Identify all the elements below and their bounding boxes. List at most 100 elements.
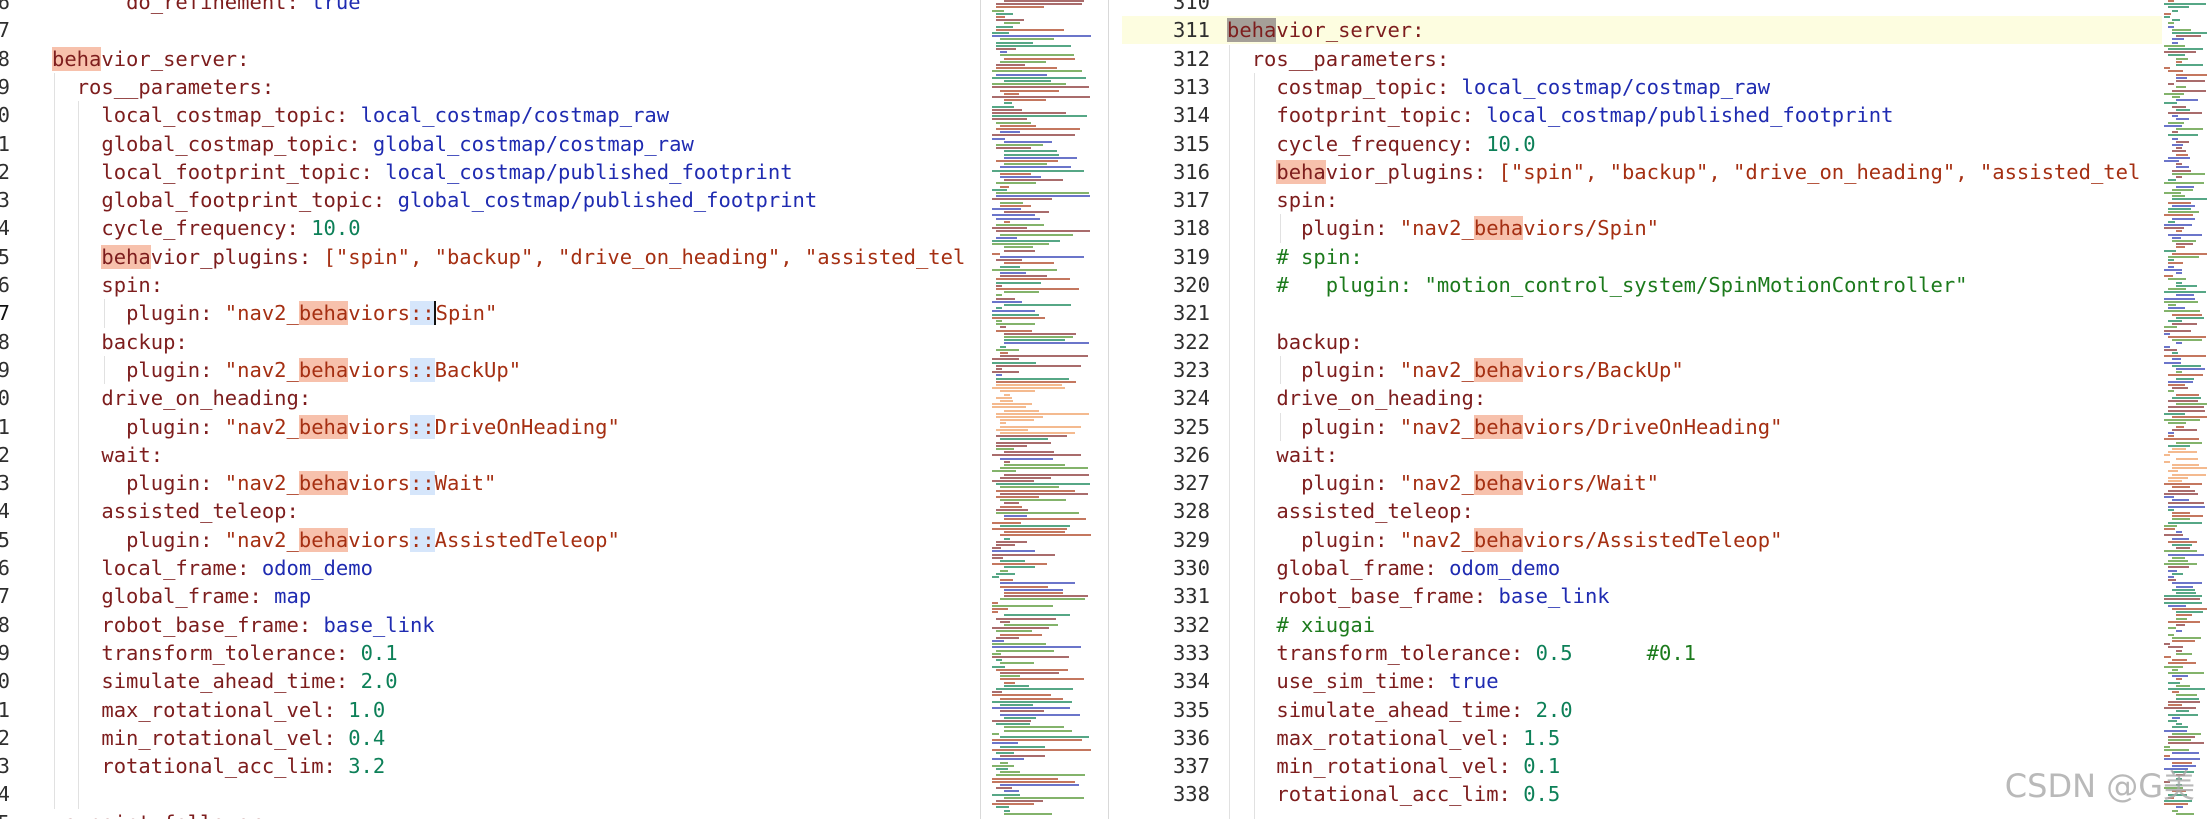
code-line[interactable]: 8 robot_base_frame: base_link xyxy=(0,611,980,639)
line-number: 319 xyxy=(1172,244,1210,269)
minimap-line xyxy=(2172,809,2178,812)
minimap-line xyxy=(2168,435,2174,438)
code-token: "nav2_ xyxy=(212,471,299,496)
code-line[interactable]: 330 global_frame: odom_demo xyxy=(1122,554,2170,582)
minimap-line xyxy=(2168,620,2200,623)
code-line[interactable]: 310 xyxy=(1122,0,2170,16)
code-line[interactable]: 9 ros__parameters: xyxy=(0,73,980,101)
line-number: 328 xyxy=(1172,499,1210,524)
code-line[interactable]: 4 xyxy=(0,780,980,808)
code-line[interactable]: 322 backup: xyxy=(1122,328,2170,356)
code-line[interactable]: 5 plugin: "nav2_behaviors::AssistedTeleo… xyxy=(0,526,980,554)
code-line[interactable]: 7 xyxy=(0,16,980,44)
code-token: spin: xyxy=(101,273,164,297)
minimap-line xyxy=(1004,291,1039,294)
code-line[interactable]: 1 plugin: "nav2_behaviors::DriveOnHeadin… xyxy=(0,413,980,441)
code-text: global_frame: map xyxy=(52,582,311,610)
minimap-line xyxy=(996,297,1015,300)
code-line[interactable]: 4 cycle_frequency: 10.0 xyxy=(0,214,980,242)
code-line[interactable]: 313 costmap_topic: local_costmap/costmap… xyxy=(1122,73,2170,101)
code-line[interactable]: 6 local_frame: odom_demo xyxy=(0,554,980,582)
code-line[interactable]: 3 global_footprint_topic: global_costmap… xyxy=(0,186,980,214)
minimap-line xyxy=(2172,732,2201,735)
code-line[interactable]: 3 rotational_acc_lim: 3.2 xyxy=(0,752,980,780)
minimap-line xyxy=(992,300,1022,303)
code-line[interactable]: 335 simulate_ahead_time: 2.0 xyxy=(1122,696,2170,724)
line-number: 7 xyxy=(0,301,10,326)
minimap-line xyxy=(2164,124,2182,127)
code-text: spin: xyxy=(52,271,163,299)
code-line[interactable]: 331 robot_base_frame: base_link xyxy=(1122,582,2170,610)
minimap-line xyxy=(2168,681,2180,684)
code-line[interactable]: 328 assisted_teleop: xyxy=(1122,497,2170,525)
minimap-line xyxy=(1004,614,1070,617)
splitter[interactable] xyxy=(1108,0,1109,819)
code-line[interactable]: 326 wait: xyxy=(1122,441,2170,469)
minimap-line xyxy=(2176,176,2182,178)
code-line[interactable]: 329 plugin: "nav2_behaviors/AssistedTele… xyxy=(1122,526,2170,554)
code-line[interactable]: 4 assisted_teleop: xyxy=(0,497,980,525)
code-line[interactable]: 317 spin: xyxy=(1122,186,2170,214)
code-line[interactable]: 8 backup: xyxy=(0,328,980,356)
minimap-line xyxy=(996,278,1070,281)
minimap-line xyxy=(2176,684,2190,687)
code-line[interactable]: 2 local_footprint_topic: local_costmap/p… xyxy=(0,158,980,186)
code-line[interactable]: 3 plugin: "nav2_behaviors::Wait" xyxy=(0,469,980,497)
code-line[interactable]: 314 footprint_topic: local_costmap/publi… xyxy=(1122,101,2170,129)
right-minimap[interactable] xyxy=(2162,0,2209,819)
code-line[interactable]: 324 drive_on_heading: xyxy=(1122,384,2170,412)
code-line[interactable]: 336 max_rotational_vel: 1.5 xyxy=(1122,724,2170,752)
code-line[interactable]: 316 behavior_plugins: ["spin", "backup",… xyxy=(1122,158,2170,186)
left-minimap[interactable] xyxy=(990,0,1102,819)
code-line[interactable]: 6 do_refinement: true xyxy=(0,0,980,16)
code-line[interactable]: 6 spin: xyxy=(0,271,980,299)
code-line[interactable]: 0 drive_on_heading: xyxy=(0,384,980,412)
line-number: 0 xyxy=(0,386,10,411)
minimap-line xyxy=(2172,428,2197,431)
code-line[interactable]: 0 simulate_ahead_time: 2.0 xyxy=(0,667,980,695)
code-line[interactable]: 332 # xiugai xyxy=(1122,611,2170,639)
code-line[interactable]: 2 min_rotational_vel: 0.4 xyxy=(0,724,980,752)
code-line[interactable]: 312 ros__parameters: xyxy=(1122,45,2170,73)
code-line[interactable]: 5 behavior_plugins: ["spin", "backup", "… xyxy=(0,243,980,271)
code-line[interactable]: 315 cycle_frequency: 10.0 xyxy=(1122,130,2170,158)
code-line[interactable]: 1 global_costmap_topic: global_costmap/c… xyxy=(0,130,980,158)
code-line[interactable]: 327 plugin: "nav2_behaviors/Wait" xyxy=(1122,469,2170,497)
minimap-line xyxy=(1004,262,1054,265)
code-line[interactable]: 1 max_rotational_vel: 1.0 xyxy=(0,696,980,724)
code-line[interactable]: 2 wait: xyxy=(0,441,980,469)
code-line[interactable]: 9 transform_tolerance: 0.1 xyxy=(0,639,980,667)
minimap-line xyxy=(2172,115,2178,118)
minimap-line xyxy=(2176,624,2185,626)
code-line[interactable]: 8 behavior_server: xyxy=(0,45,980,73)
code-line[interactable]: 9 plugin: "nav2_behaviors::BackUp" xyxy=(0,356,980,384)
minimap-line xyxy=(996,329,1032,332)
code-line[interactable]: 0 local_costmap_topic: local_costmap/cos… xyxy=(0,101,980,129)
code-text: local_costmap_topic: local_costmap/costm… xyxy=(52,101,669,129)
code-line[interactable]: 333 transform_tolerance: 0.5 #0.1 xyxy=(1122,639,2170,667)
code-token: beha xyxy=(1473,527,1524,552)
line-number: 7 xyxy=(0,584,10,609)
code-line[interactable]: 334 use_sim_time: true xyxy=(1122,667,2170,695)
minimap-line xyxy=(2176,294,2194,297)
minimap-line xyxy=(2168,384,2185,386)
code-line[interactable]: 320 # plugin: "motion_control_system/Spi… xyxy=(1122,271,2170,299)
code-line[interactable]: 7 plugin: "nav2_behaviors::Spin" xyxy=(0,299,980,327)
line-number: 8 xyxy=(0,329,10,354)
right-editor-pane[interactable]: 310 311 behavior_server: 312 ros__parameter… xyxy=(1122,0,2170,819)
code-line[interactable]: 321 xyxy=(1122,299,2170,327)
left-editor-pane[interactable]: 6 do_refinement: true 7 8 behavior_server: 9… xyxy=(0,0,980,819)
code-line[interactable]: 7 global_frame: map xyxy=(0,582,980,610)
code-line[interactable]: 319 # spin: xyxy=(1122,243,2170,271)
code-line[interactable]: 311 behavior_server: xyxy=(1122,16,2170,45)
minimap-line xyxy=(2168,48,2203,50)
code-token: AssistedTeleop" xyxy=(434,527,620,552)
code-line[interactable]: 5 waypoint_follower: xyxy=(0,809,980,819)
